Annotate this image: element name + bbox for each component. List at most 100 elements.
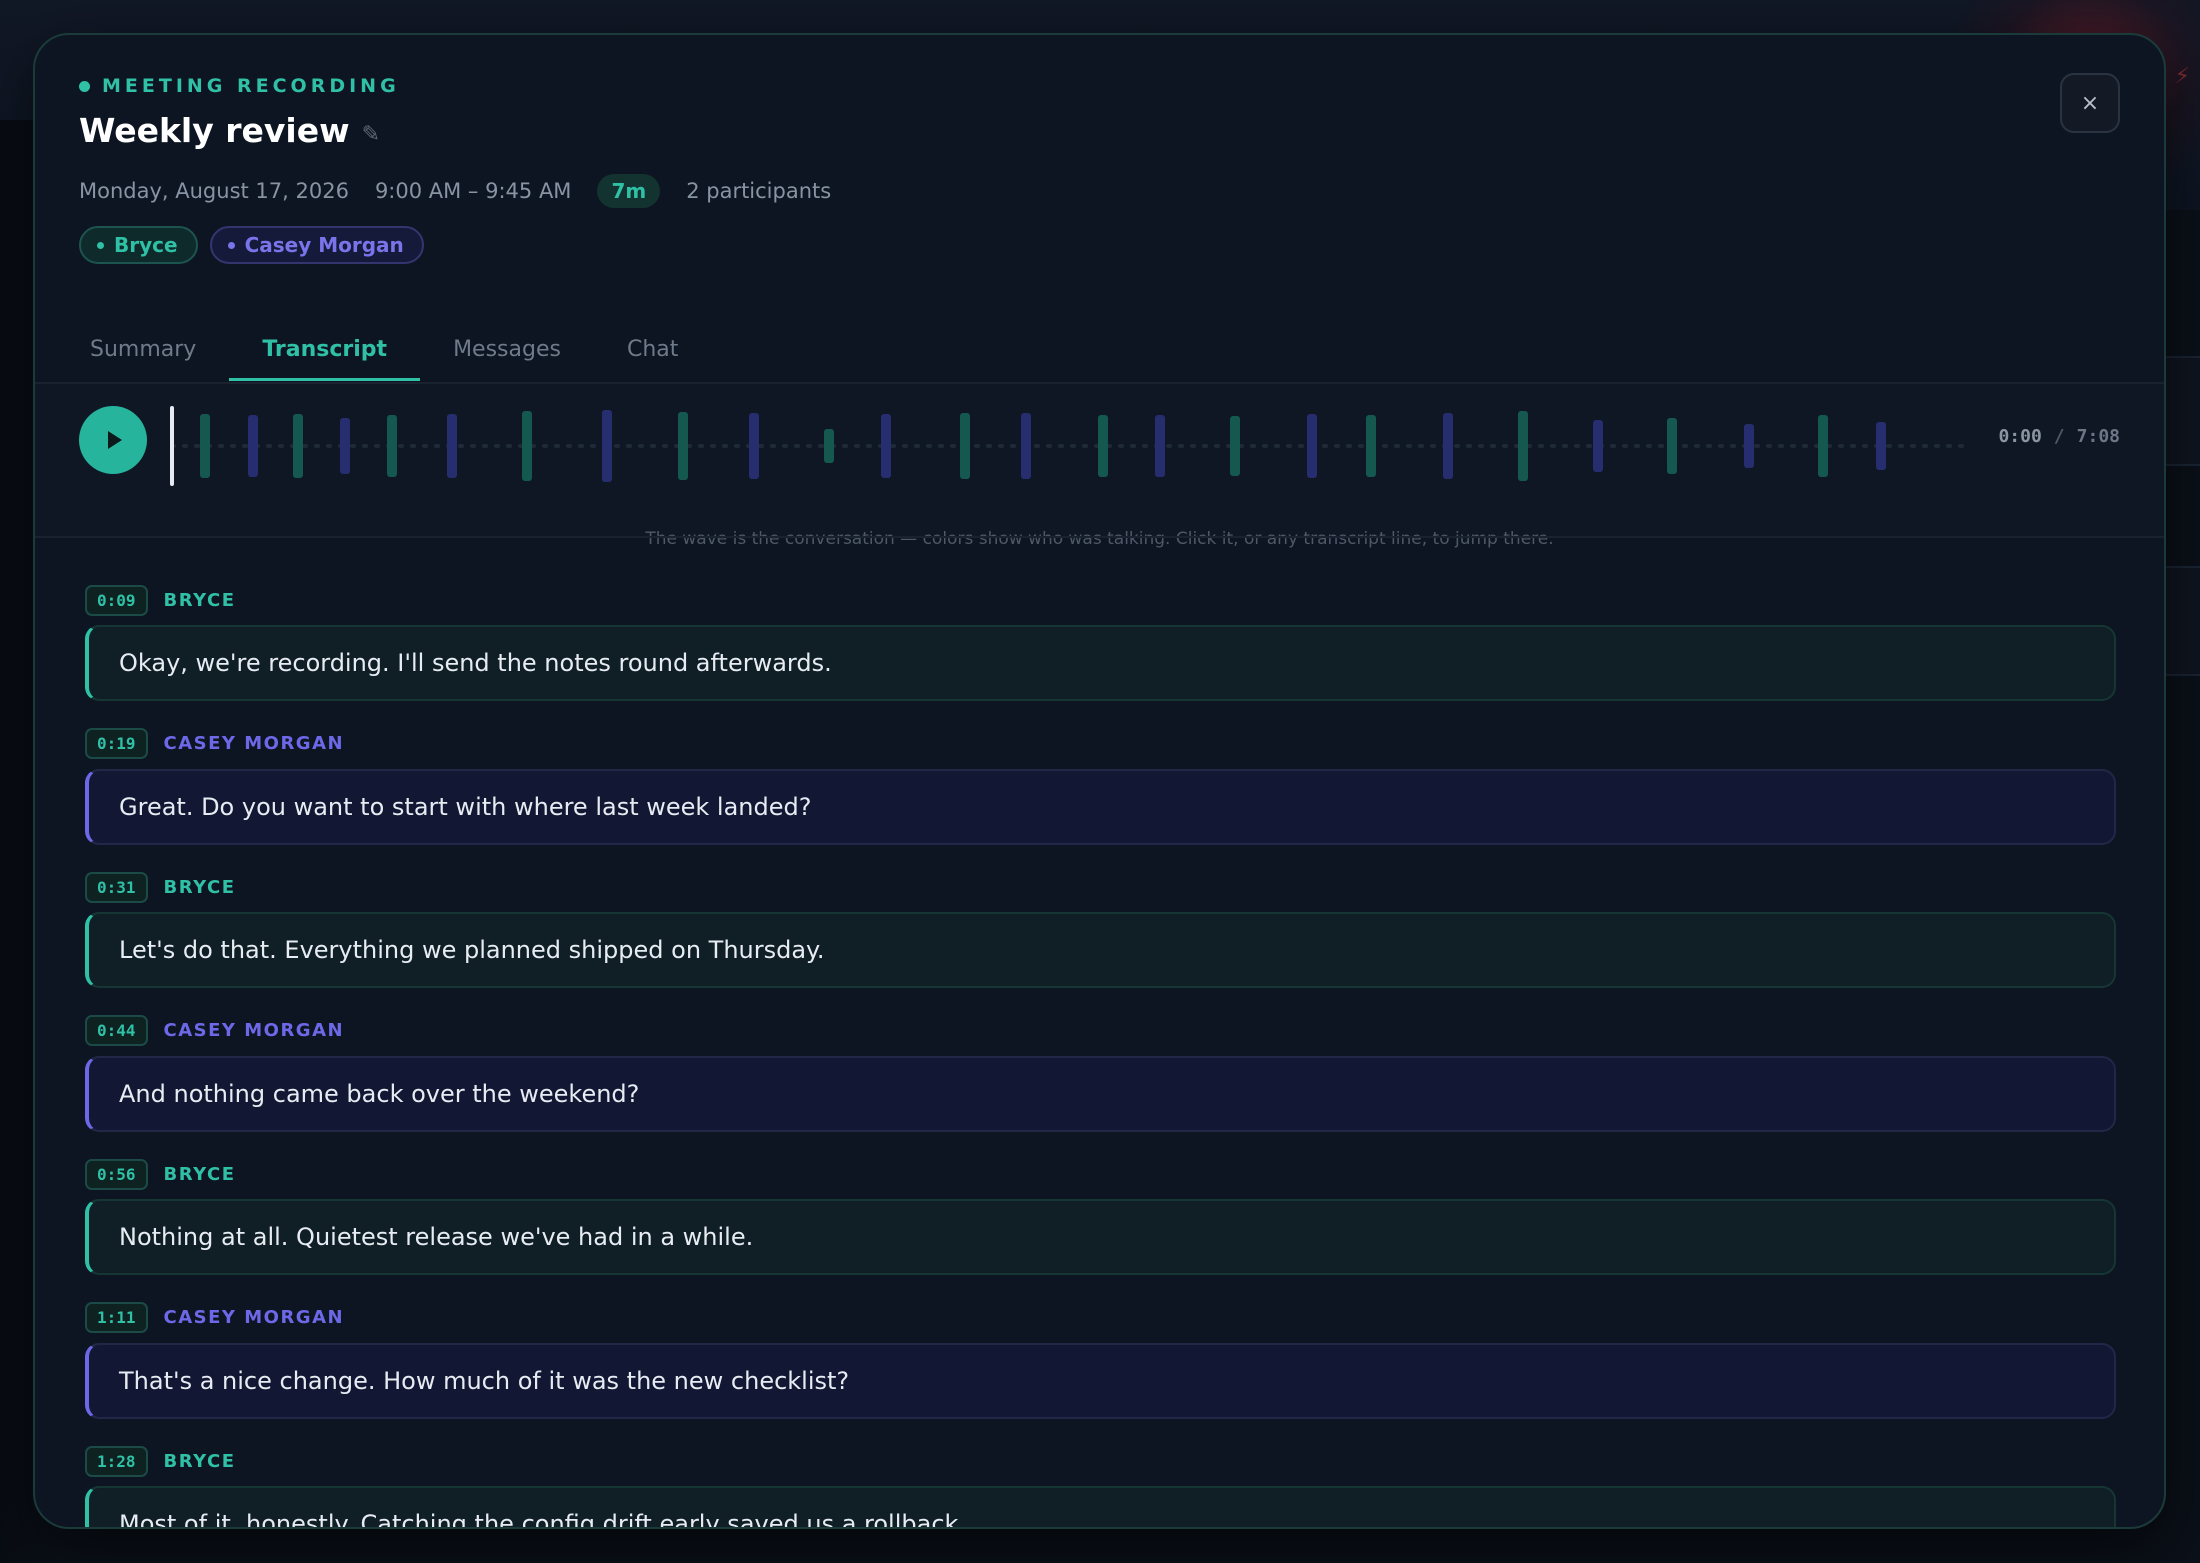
waveform-baseline-dot xyxy=(494,444,500,448)
waveform-bar xyxy=(881,414,891,478)
waveform-hint: The wave is the conversation — colors sh… xyxy=(645,529,1554,549)
close-button[interactable]: × xyxy=(2060,73,2120,133)
waveform-bar xyxy=(1744,424,1754,468)
participant-chip-bryce[interactable]: Bryce xyxy=(79,226,198,264)
transcript-line[interactable]: Nothing at all. Quietest release we've h… xyxy=(85,1199,2116,1275)
transcript-line[interactable]: Great. Do you want to start with where l… xyxy=(85,768,2116,845)
speaker-name: BRYCE xyxy=(163,589,236,611)
entry-header: 0:44 CASEY MORGAN xyxy=(85,1014,2116,1048)
waveform-bar xyxy=(960,413,970,479)
title-row: Weekly review ✎ xyxy=(79,111,380,150)
transcript-entry: 0:09 BRYCE Okay, we're recording. I'll s… xyxy=(85,583,2116,727)
waveform-baseline-dot xyxy=(698,444,704,448)
meeting-time-range: 9:00 AM – 9:45 AM xyxy=(374,179,572,203)
speaker-name: BRYCE xyxy=(163,876,236,898)
transcript-line[interactable]: Let's do that. Everything we planned shi… xyxy=(85,912,2116,988)
waveform-baseline-dot xyxy=(734,444,740,448)
waveform-baseline-dot xyxy=(542,444,548,448)
waveform-baseline-dot xyxy=(1574,444,1580,448)
waveform-baseline-dot xyxy=(458,444,464,448)
waveform-baseline-dot xyxy=(914,444,920,448)
waveform-baseline-dot xyxy=(1886,444,1892,448)
tab-transcript[interactable]: Transcript xyxy=(229,337,420,381)
transcript-entry: 0:44 CASEY MORGAN And nothing came back … xyxy=(85,1014,2116,1158)
waveform-baseline-dot xyxy=(1802,444,1808,448)
waveform-baseline-dot xyxy=(1334,444,1340,448)
playhead-marker xyxy=(170,406,174,486)
waveform-baseline-dot xyxy=(1730,444,1736,448)
waveform-baseline-dot xyxy=(1166,444,1172,448)
entry-header: 0:19 CASEY MORGAN xyxy=(85,727,2116,761)
waveform-baseline-dot xyxy=(902,444,908,448)
waveform-bar xyxy=(1366,415,1376,477)
play-button[interactable] xyxy=(79,406,147,474)
waveform-baseline-dot xyxy=(1538,444,1544,448)
waveform-bar xyxy=(522,411,532,481)
timestamp-button[interactable]: 1:28 xyxy=(85,1445,148,1477)
speaker-name: CASEY MORGAN xyxy=(163,1307,345,1328)
speaker-name: BRYCE xyxy=(163,1450,236,1472)
waveform-baseline-dot xyxy=(1478,444,1484,448)
waveform-baseline-dot xyxy=(1634,444,1640,448)
waveform-baseline-dot xyxy=(506,444,512,448)
waveform-bar xyxy=(293,414,303,478)
waveform-baseline-dot xyxy=(1754,444,1760,448)
waveform-baseline-dot xyxy=(1070,444,1076,448)
waveform-baseline-dot xyxy=(1322,444,1328,448)
timestamp-button[interactable]: 0:56 xyxy=(85,1158,148,1190)
waveform-baseline-dot xyxy=(554,444,560,448)
waveform-baseline-dot xyxy=(1214,444,1220,448)
participant-chip-casey-morgan[interactable]: Casey Morgan xyxy=(209,226,424,264)
participant-name: Casey Morgan xyxy=(244,233,404,257)
timestamp-button[interactable]: 0:09 xyxy=(85,584,148,616)
time-readout: 0:00 / 7:08 xyxy=(1998,426,2120,447)
entry-header: 0:56 BRYCE xyxy=(85,1157,2116,1191)
meeting-recording-modal: MEETING RECORDING Weekly review ✎ Monday… xyxy=(33,33,2166,1529)
waveform-baseline-dot xyxy=(1766,444,1772,448)
waveform-bar xyxy=(1593,420,1603,472)
transcript-line[interactable]: And nothing came back over the weekend? xyxy=(85,1055,2116,1132)
participants-count: 2 participants xyxy=(686,179,832,203)
waveform-baseline-dot xyxy=(1502,444,1508,448)
timestamp-button[interactable]: 0:31 xyxy=(85,871,148,903)
waveform-baseline-dot xyxy=(1958,444,1964,448)
waveform-bar xyxy=(1307,414,1317,478)
waveform-baseline-dot xyxy=(1118,444,1124,448)
waveform-baseline-dot xyxy=(1490,444,1496,448)
tab-summary[interactable]: Summary xyxy=(57,337,229,377)
waveform-baseline-dot xyxy=(998,444,1004,448)
waveform-baseline-dot xyxy=(1946,444,1952,448)
time-separator: / xyxy=(2053,426,2065,447)
waveform-baseline-dot xyxy=(1718,444,1724,448)
waveform-baseline-dot xyxy=(1922,444,1928,448)
waveform-bar xyxy=(678,412,688,480)
waveform-bar xyxy=(1518,411,1528,481)
waveform-baseline-dot xyxy=(1934,444,1940,448)
waveform-baseline-dot xyxy=(842,444,848,448)
timestamp-button[interactable]: 0:44 xyxy=(85,1015,148,1046)
transcript-entry: 0:31 BRYCE Let's do that. Everything we … xyxy=(85,870,2116,1014)
transcript-line[interactable]: Okay, we're recording. I'll send the not… xyxy=(85,625,2116,701)
transcript-line[interactable]: Most of it, honestly. Catching the confi… xyxy=(85,1486,2116,1527)
waveform-baseline-dot xyxy=(434,444,440,448)
waveform-baseline-dot xyxy=(1406,444,1412,448)
waveform-baseline-dot xyxy=(650,444,656,448)
timestamp-button[interactable]: 0:19 xyxy=(85,728,148,759)
waveform-baseline-dot xyxy=(1622,444,1628,448)
transcript-line[interactable]: That's a nice change. How much of it was… xyxy=(85,1342,2116,1419)
waveform-baseline-dot xyxy=(1418,444,1424,448)
tab-chat[interactable]: Chat xyxy=(594,337,711,377)
waveform-baseline-dot xyxy=(1454,444,1460,448)
waveform-baseline-dot xyxy=(1202,444,1208,448)
conversation-waveform[interactable] xyxy=(170,404,2007,488)
waveform-baseline-dot xyxy=(1682,444,1688,448)
tab-messages[interactable]: Messages xyxy=(420,337,594,377)
transcript-entry: 1:11 CASEY MORGAN That's a nice change. … xyxy=(85,1301,2116,1445)
waveform-baseline-dot xyxy=(1250,444,1256,448)
player-divider xyxy=(35,536,2164,538)
waveform-baseline-dot xyxy=(794,444,800,448)
waveform-baseline-dot xyxy=(1646,444,1652,448)
pencil-icon[interactable]: ✎ xyxy=(362,122,380,147)
waveform-baseline-dot xyxy=(950,444,956,448)
timestamp-button[interactable]: 1:11 xyxy=(85,1302,148,1333)
